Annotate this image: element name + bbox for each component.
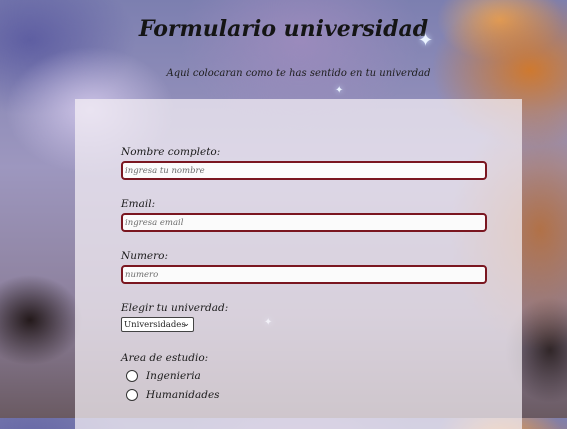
sparkle-icon: ✦: [335, 85, 344, 96]
name-label: Nombre completo:: [121, 146, 221, 158]
name-input[interactable]: [121, 161, 487, 180]
radio-label: Ingenieria: [146, 370, 201, 382]
university-select-value: Universidades: [124, 319, 186, 330]
radio-label: Humanidades: [146, 389, 220, 401]
area-label: Area de estudio:: [121, 352, 209, 364]
page-title: Formulario universidad: [138, 16, 429, 42]
university-select[interactable]: Universidades ⌄: [121, 317, 194, 332]
page-subtitle: Aqui colocaran como te has sentido en tu…: [166, 68, 431, 79]
university-label: Elegir tu univerdad:: [121, 302, 229, 314]
number-input[interactable]: [121, 265, 487, 284]
email-input[interactable]: [121, 213, 487, 232]
radio-option-ingenieria[interactable]: Ingenieria: [126, 370, 201, 382]
radio-option-humanidades[interactable]: Humanidades: [126, 389, 220, 401]
sparkle-icon: ✦: [418, 30, 434, 51]
radio-icon[interactable]: [126, 370, 138, 382]
email-label: Email:: [121, 198, 156, 210]
chevron-down-icon: ⌄: [182, 319, 190, 329]
number-label: Numero:: [121, 250, 168, 262]
radio-icon[interactable]: [126, 389, 138, 401]
